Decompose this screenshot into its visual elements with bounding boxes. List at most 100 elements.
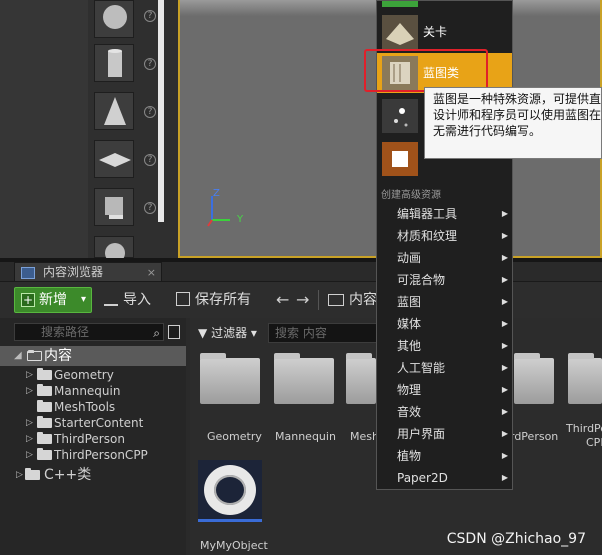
asset-folder-thirdpersoncpp[interactable] — [568, 353, 602, 404]
save-all-button[interactable]: 保存所有 — [176, 290, 251, 310]
menu-item-blendables[interactable]: 可混合物 ▶ — [377, 269, 512, 291]
cpp-folder-icon — [25, 468, 40, 480]
asset-folder-meshtools[interactable] — [346, 353, 376, 404]
help-icon[interactable]: ? — [144, 202, 156, 214]
expand-arrow-icon[interactable]: ◢ — [14, 346, 22, 366]
sphere-trigger-icon[interactable] — [94, 236, 134, 263]
asset-label: rdPerson — [510, 430, 559, 443]
axis-gizmo — [207, 196, 230, 227]
menu-item-materials[interactable]: 材质和纹理 ▶ — [377, 225, 512, 247]
asset-label: Geometry — [207, 430, 262, 443]
place-scrollbar[interactable] — [158, 0, 164, 222]
menu-item-misc[interactable]: 其他 ▶ — [377, 335, 512, 357]
tree-item-content[interactable]: ◢ 内容 — [0, 346, 186, 366]
toolbar-separator — [318, 290, 319, 310]
help-icon[interactable]: ? — [144, 106, 156, 118]
box-trigger-icon[interactable] — [94, 188, 134, 226]
level-icon — [382, 15, 418, 49]
filter-button[interactable]: ▼ 过滤器 ▾ — [198, 324, 257, 342]
save-all-label: 保存所有 — [195, 292, 251, 308]
tree-item-thirdperson[interactable]: ▷ ThirdPerson — [0, 431, 186, 447]
menu-item-animation[interactable]: 动画 ▶ — [377, 247, 512, 269]
list-view-icon[interactable] — [168, 325, 180, 339]
add-new-label: 新增 — [39, 292, 67, 308]
tree-item-mannequin[interactable]: ▷ Mannequin — [0, 383, 186, 399]
folder-icon — [37, 368, 52, 380]
expand-arrow-icon[interactable]: ▷ — [26, 431, 33, 447]
menu-item-label: 植物 — [397, 449, 422, 463]
tab-content-browser[interactable]: 内容浏览器 × — [14, 262, 162, 282]
menu-item-label: 用户界面 — [397, 427, 446, 441]
breadcrumb-content[interactable]: 内容 — [328, 290, 377, 310]
import-button[interactable]: 导入 — [104, 290, 151, 310]
asset-mymyobject[interactable] — [198, 460, 262, 522]
menu-item-level[interactable]: 关卡 — [377, 12, 512, 52]
tree-item-label: Geometry — [54, 368, 114, 382]
content-browser-icon — [21, 267, 35, 279]
back-arrow-icon[interactable]: ← — [276, 290, 289, 310]
menu-item-label: 其他 — [397, 339, 422, 353]
save-icon — [176, 292, 190, 306]
help-icon[interactable]: ? — [144, 10, 156, 22]
tree-item-label: MeshTools — [54, 400, 116, 414]
sphere-shape-icon[interactable] — [94, 0, 134, 38]
tree-item-cpp-classes[interactable]: ▷ C++类 — [0, 466, 186, 484]
folder-open-icon — [27, 350, 42, 361]
tree-item-startercontent[interactable]: ▷ StarterContent — [0, 415, 186, 431]
chevron-right-icon: ▶ — [501, 385, 508, 394]
close-icon[interactable]: × — [147, 263, 156, 282]
search-path-input[interactable]: 搜索路径 ⌕ — [14, 323, 164, 341]
cone-shape-icon[interactable] — [94, 92, 134, 130]
import-label: 导入 — [123, 292, 151, 308]
sound-cue-icon — [382, 142, 418, 176]
tree-item-geometry[interactable]: ▷ Geometry — [0, 367, 186, 383]
chevron-right-icon: ▶ — [501, 473, 508, 482]
menu-item-sounds[interactable]: 音效 ▶ — [377, 401, 512, 423]
asset-folder-mannequin[interactable] — [274, 353, 334, 404]
watermark: CSDN @Zhichao_97 — [446, 531, 586, 547]
plane-shape-icon[interactable] — [94, 140, 134, 178]
menu-item-label: Paper2D — [397, 471, 448, 485]
add-new-button[interactable]: + 新增 ▾ — [14, 287, 92, 313]
asset-folder-thirdperson[interactable] — [514, 353, 554, 404]
menu-item-physics[interactable]: 物理 ▶ — [377, 379, 512, 401]
search-icon: ⌕ — [153, 326, 160, 340]
plus-icon: + — [21, 293, 35, 307]
filter-label: 过滤器 — [211, 326, 248, 340]
blueprint-tooltip: 蓝图是一种特殊资源，可提供直 设计师和程序员可以使用蓝图在 无需进行代码编写。 — [424, 87, 602, 159]
menu-item-label: 动画 — [397, 251, 422, 265]
asset-label: CPP — [586, 436, 602, 449]
tab-label: 内容浏览器 — [43, 265, 104, 279]
menu-item-blueprints[interactable]: 蓝图 ▶ — [377, 291, 512, 313]
help-icon[interactable]: ? — [144, 58, 156, 70]
expand-arrow-icon[interactable]: ▷ — [26, 367, 33, 383]
menu-item-label: 人工智能 — [397, 361, 446, 375]
menu-section-advanced: 创建高级资源 — [381, 190, 441, 201]
cylinder-shape-icon[interactable] — [94, 44, 134, 82]
help-icon[interactable]: ? — [144, 154, 156, 166]
place-actors-panel: ? ? ? ? ? — [0, 0, 178, 263]
expand-arrow-icon[interactable]: ▷ — [16, 466, 23, 484]
menu-item-editor-tools[interactable]: 编辑器工具 ▶ — [377, 203, 512, 225]
menu-item-user-interface[interactable]: 用户界面 ▶ — [377, 423, 512, 445]
menu-item-ai[interactable]: 人工智能 ▶ — [377, 357, 512, 379]
search-content-input[interactable]: 搜索 内容 — [268, 323, 378, 343]
chevron-right-icon: ▶ — [501, 429, 508, 438]
menu-item-label: 关卡 — [423, 25, 448, 39]
tree-item-meshtools[interactable]: MeshTools — [0, 399, 186, 415]
folder-icon — [37, 416, 52, 428]
menu-item-paper2d[interactable]: Paper2D ▶ — [377, 467, 512, 489]
folder-icon — [37, 400, 52, 412]
menu-item-media[interactable]: 媒体 ▶ — [377, 313, 512, 335]
expand-arrow-icon[interactable]: ▷ — [26, 415, 33, 431]
folder-icon — [37, 448, 52, 460]
menu-item-label: 音效 — [397, 405, 422, 419]
menu-item-foliage[interactable]: 植物 ▶ — [377, 445, 512, 467]
forward-arrow-icon[interactable]: → — [296, 290, 309, 310]
asset-folder-geometry[interactable] — [200, 353, 260, 404]
chevron-right-icon: ▶ — [501, 297, 508, 306]
tree-item-thirdpersoncpp[interactable]: ▷ ThirdPersonCPP — [0, 447, 186, 463]
asset-label: MyMyObject — [200, 539, 268, 552]
expand-arrow-icon[interactable]: ▷ — [26, 383, 33, 399]
expand-arrow-icon[interactable]: ▷ — [26, 447, 33, 463]
